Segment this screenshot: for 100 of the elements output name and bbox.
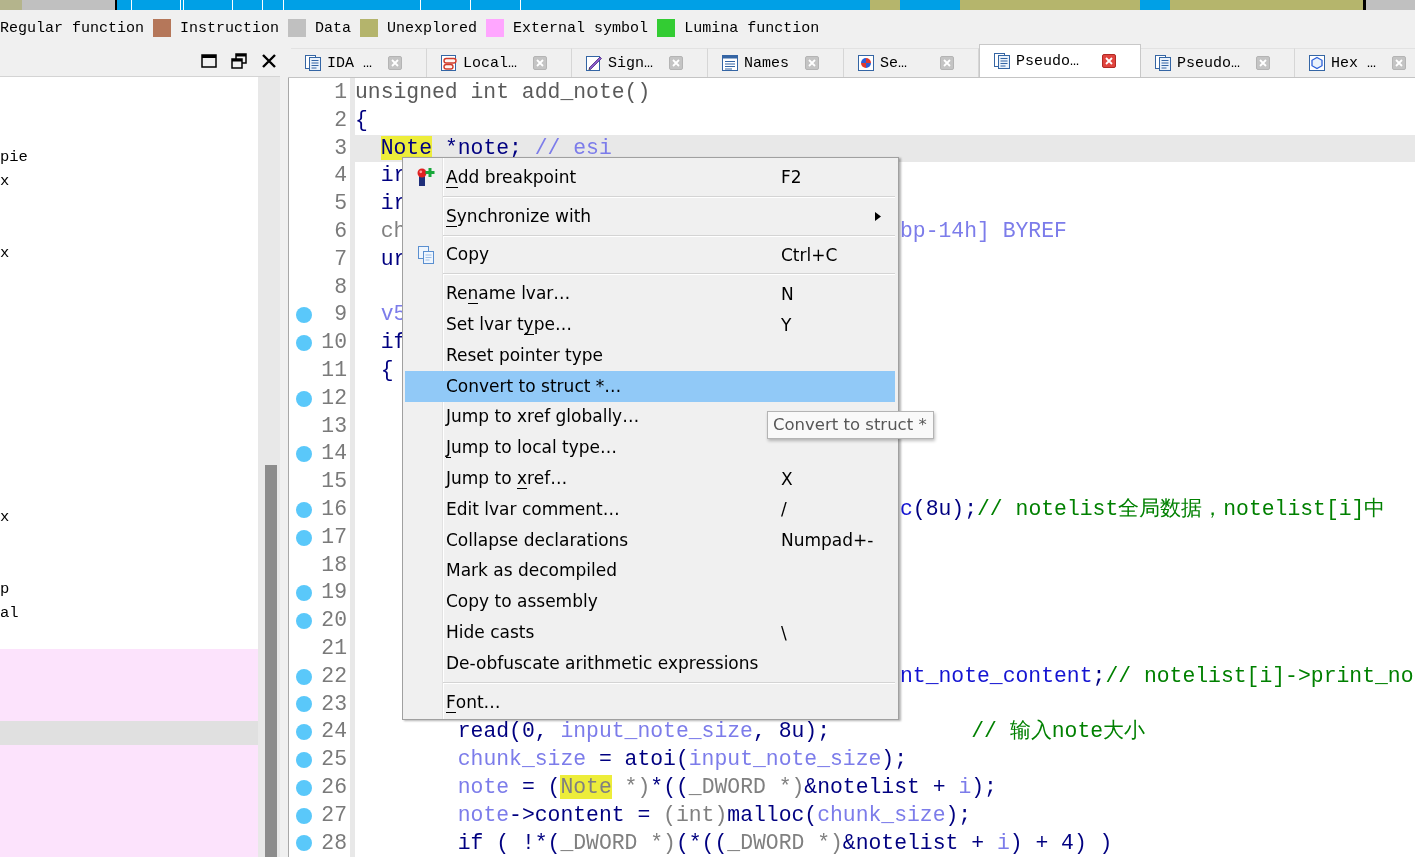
legend-label: Lumina function <box>684 19 820 37</box>
menu-item[interactable]: Edit lvar comment… / <box>405 493 895 525</box>
line-number: 17 <box>320 523 348 551</box>
function-name[interactable]: p <box>0 580 10 598</box>
code-line: note = (Note *)*((_DWORD *)&notelist + i); <box>457 773 997 801</box>
line-number: 2 <box>333 106 348 134</box>
document-icon <box>305 55 321 71</box>
line-number: 20 <box>320 607 348 635</box>
code-line: note->content = (int)malloc(chunk_size); <box>457 801 972 829</box>
shortcut-label: \ <box>781 622 787 643</box>
code-line: { <box>355 106 368 134</box>
tab[interactable]: Pseudo… <box>979 44 1142 77</box>
pill-shapes-icon <box>441 55 457 71</box>
line-number: 16 <box>320 495 348 523</box>
code-line: chunk_size = atoi(input_note_size); <box>457 746 908 774</box>
line-number: 5 <box>333 190 348 218</box>
menu-item[interactable]: Synchronize with <box>405 200 895 232</box>
shortcut-label: N <box>781 283 794 304</box>
line-number: 19 <box>320 579 348 607</box>
hexagon-icon <box>1309 55 1326 71</box>
line-number: 3 <box>333 134 348 162</box>
tab[interactable]: Se… <box>844 48 980 77</box>
code-fragment: c(8u);// notelist全局数据，notelist[i]中 <box>900 495 1386 523</box>
shortcut-label: X <box>781 468 793 489</box>
tab[interactable]: IDA … <box>291 48 427 77</box>
line-number: 4 <box>333 162 348 190</box>
line-number: 6 <box>333 218 348 245</box>
list-icon <box>722 55 739 71</box>
code-line: ur <box>380 245 407 273</box>
scrollbar[interactable] <box>258 77 280 857</box>
code-line: Note *note; // esi <box>380 134 612 162</box>
line-number: 26 <box>320 773 348 801</box>
legend-label: Data <box>315 19 352 37</box>
menu-item[interactable]: Jump to xref… X <box>405 463 895 494</box>
code-line: read(0, input_note_size, 8u); // 输入note大小 <box>457 718 1146 746</box>
menu-item[interactable]: Hide casts \ <box>405 617 895 648</box>
function-name[interactable]: x <box>0 172 10 190</box>
close-icon[interactable] <box>1102 54 1117 68</box>
menu-item[interactable]: Mark as decompiled <box>405 555 895 587</box>
legend-label: Regular function <box>0 19 145 37</box>
line-number: 15 <box>320 468 348 496</box>
line-number: 12 <box>320 384 348 412</box>
line-number: 11 <box>320 356 348 384</box>
tooltip: Convert to struct * <box>767 411 934 439</box>
menu-item[interactable]: Copy to assembly <box>405 586 895 618</box>
breakpoint-icon <box>416 167 435 188</box>
line-number: 14 <box>320 440 348 468</box>
menu-item[interactable]: Copy Ctrl+C <box>405 239 895 271</box>
line-number: 24 <box>320 718 348 746</box>
maximize-icon[interactable] <box>201 53 217 69</box>
function-name[interactable]: x <box>0 244 10 262</box>
document-icon <box>994 53 1011 69</box>
shortcut-label: / <box>781 499 787 520</box>
shortcut-label: F2 <box>781 167 802 188</box>
function-name[interactable]: x <box>0 508 10 526</box>
legend-label: External symbol <box>513 19 649 37</box>
code-line: { <box>380 356 394 384</box>
tab[interactable]: Sign… <box>572 48 709 77</box>
legend-label: Instruction <box>180 19 280 37</box>
shortcut-label: Y <box>781 314 792 335</box>
line-number: 21 <box>320 634 348 662</box>
copy-icon <box>416 245 435 265</box>
function-name[interactable]: pie <box>0 148 28 166</box>
menu-item[interactable]: Set lvar type… Y <box>405 309 895 340</box>
menu-item[interactable]: Convert to struct *… <box>405 370 895 402</box>
line-number: 8 <box>333 273 348 301</box>
line-number: 9 <box>333 301 348 329</box>
line-number: 22 <box>320 662 348 690</box>
line-number: 27 <box>320 801 348 829</box>
line-number: 7 <box>333 245 348 273</box>
menu-item[interactable]: De-obfuscate arithmetic expressions <box>405 647 895 679</box>
code-line: unsigned int add_note() <box>355 79 651 106</box>
restore-icon[interactable] <box>231 53 247 69</box>
close-icon[interactable] <box>261 53 277 69</box>
legend-label: Unexplored <box>387 19 478 37</box>
line-number: 23 <box>320 690 348 718</box>
line-number: 13 <box>320 412 348 440</box>
shortcut-label: Ctrl+C <box>781 245 838 265</box>
menu-item[interactable]: Collapse declarations Numpad+- <box>405 524 895 556</box>
function-name[interactable]: al <box>0 604 19 622</box>
line-number: 1 <box>333 79 348 106</box>
menu-item[interactable]: Rename lvar… N <box>405 278 895 310</box>
scrollbar-thumb[interactable] <box>265 465 277 857</box>
line-number: 28 <box>320 829 348 857</box>
quadrant-icon <box>858 55 875 71</box>
line-number: 25 <box>320 746 348 774</box>
code-fragment: nt_note_content;// notelist[i]->print_no <box>900 662 1414 690</box>
menu-item[interactable]: Reset pointer type <box>405 340 895 371</box>
line-number: 10 <box>320 329 348 357</box>
shortcut-label: Numpad+- <box>781 530 874 551</box>
tab[interactable]: Names <box>708 48 845 77</box>
menu-item[interactable]: Add breakpoint F2 <box>405 162 895 193</box>
tab[interactable]: Local… <box>427 48 573 77</box>
line-number: 18 <box>320 551 348 579</box>
tab[interactable]: Pseudo… <box>1141 48 1296 77</box>
document-icon <box>1155 55 1172 71</box>
code-fragment: bp-14h] BYREF <box>900 218 1067 245</box>
pen-icon <box>586 55 603 71</box>
menu-item[interactable]: Font… <box>405 686 895 718</box>
navigation-band-drawing[interactable] <box>0 0 1415 10</box>
